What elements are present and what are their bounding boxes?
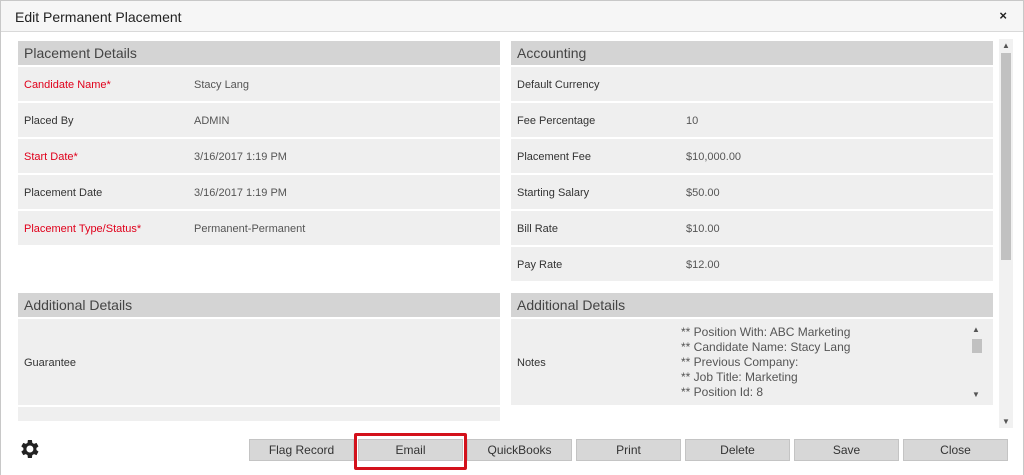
placed-by-value[interactable]: ADMIN <box>194 115 229 127</box>
pay-rate-label: Pay Rate <box>517 259 563 271</box>
dialog-scrollbar[interactable]: ▲ ▼ <box>999 39 1013 428</box>
placement-fee-value[interactable]: $10,000.00 <box>686 151 741 163</box>
additional-details-left-section: Additional Details Guarantee <box>18 293 500 421</box>
default-currency-label: Default Currency <box>517 79 600 91</box>
additional-details-left-header: Additional Details <box>18 293 500 317</box>
placement-date-label: Placement Date <box>24 187 103 199</box>
close-icon[interactable]: × <box>999 8 1007 23</box>
bill-rate-label: Bill Rate <box>517 223 558 235</box>
notes-line: ** Candidate Name: Stacy Lang <box>681 340 851 354</box>
dialog-title: Edit Permanent Placement <box>15 9 182 25</box>
row-fee-percentage[interactable]: Fee Percentage 10 <box>511 103 993 137</box>
row-start-date[interactable]: Start Date* 3/16/2017 1:19 PM <box>18 139 500 173</box>
edit-placement-dialog: Edit Permanent Placement × Placement Det… <box>0 0 1024 475</box>
additional-details-right-section: Additional Details Notes ** Position Wit… <box>511 293 993 405</box>
bill-rate-value[interactable]: $10.00 <box>686 223 720 235</box>
fee-percentage-value[interactable]: 10 <box>686 115 698 127</box>
print-button[interactable]: Print <box>576 439 681 461</box>
guarantee-label: Guarantee <box>24 357 76 369</box>
row-notes[interactable]: Notes ** Position With: ABC Marketing **… <box>511 319 993 405</box>
row-placement-fee[interactable]: Placement Fee $10,000.00 <box>511 139 993 173</box>
candidate-name-label: Candidate Name* <box>24 79 111 91</box>
close-button[interactable]: Close <box>903 439 1008 461</box>
row-candidate-name[interactable]: Candidate Name* Stacy Lang <box>18 67 500 101</box>
notes-label: Notes <box>517 357 546 369</box>
notes-scroll-thumb[interactable] <box>972 339 982 353</box>
starting-salary-label: Starting Salary <box>517 187 590 199</box>
placement-details-section: Placement Details Candidate Name* Stacy … <box>18 41 500 245</box>
placement-fee-label: Placement Fee <box>517 151 591 163</box>
scroll-down-icon[interactable]: ▼ <box>972 390 980 399</box>
candidate-name-value[interactable]: Stacy Lang <box>194 79 249 91</box>
scroll-down-icon[interactable]: ▼ <box>1002 417 1010 426</box>
row-guarantee[interactable]: Guarantee <box>18 319 500 405</box>
row-placed-by[interactable]: Placed By ADMIN <box>18 103 500 137</box>
row-bill-rate[interactable]: Bill Rate $10.00 <box>511 211 993 245</box>
row-placement-date[interactable]: Placement Date 3/16/2017 1:19 PM <box>18 175 500 209</box>
row-next-partial <box>18 407 500 421</box>
scroll-up-icon[interactable]: ▲ <box>1002 41 1010 50</box>
start-date-label: Start Date* <box>24 151 78 163</box>
pay-rate-value[interactable]: $12.00 <box>686 259 720 271</box>
save-button[interactable]: Save <box>794 439 899 461</box>
scroll-up-icon[interactable]: ▲ <box>972 325 980 334</box>
row-pay-rate[interactable]: Pay Rate $12.00 <box>511 247 993 281</box>
notes-textarea[interactable]: ** Position With: ABC Marketing ** Candi… <box>681 325 985 403</box>
placement-type-label: Placement Type/Status* <box>24 223 142 235</box>
notes-line: ** Position With: ABC Marketing <box>681 325 851 339</box>
start-date-value[interactable]: 3/16/2017 1:19 PM <box>194 151 287 163</box>
gear-icon[interactable] <box>17 437 41 461</box>
placement-date-value[interactable]: 3/16/2017 1:19 PM <box>194 187 287 199</box>
notes-scrollbar[interactable]: ▲ ▼ <box>969 325 983 401</box>
row-placement-type[interactable]: Placement Type/Status* Permanent-Permane… <box>18 211 500 245</box>
additional-details-right-header: Additional Details <box>511 293 993 317</box>
accounting-header: Accounting <box>511 41 993 65</box>
flag-record-button[interactable]: Flag Record <box>249 439 354 461</box>
dialog-titlebar: Edit Permanent Placement × <box>1 1 1023 32</box>
notes-line: ** Previous Company: <box>681 355 799 369</box>
fee-percentage-label: Fee Percentage <box>517 115 596 127</box>
row-starting-salary[interactable]: Starting Salary $50.00 <box>511 175 993 209</box>
placed-by-label: Placed By <box>24 115 74 127</box>
notes-line: ** Position Id: 8 <box>681 385 764 399</box>
notes-line: ** Job Title: Marketing <box>681 370 798 384</box>
accounting-section: Accounting Default Currency Fee Percenta… <box>511 41 993 281</box>
delete-button[interactable]: Delete <box>685 439 790 461</box>
row-default-currency[interactable]: Default Currency <box>511 67 993 101</box>
dialog-footer: Flag Record Email QuickBooks Print Delet… <box>1 431 1023 475</box>
starting-salary-value[interactable]: $50.00 <box>686 187 720 199</box>
dialog-scroll-thumb[interactable] <box>1001 53 1011 260</box>
dialog-content: Placement Details Candidate Name* Stacy … <box>1 33 1011 428</box>
placement-type-value[interactable]: Permanent-Permanent <box>194 223 305 235</box>
email-button[interactable]: Email <box>358 439 463 461</box>
quickbooks-button[interactable]: QuickBooks <box>467 439 572 461</box>
placement-details-header: Placement Details <box>18 41 500 65</box>
